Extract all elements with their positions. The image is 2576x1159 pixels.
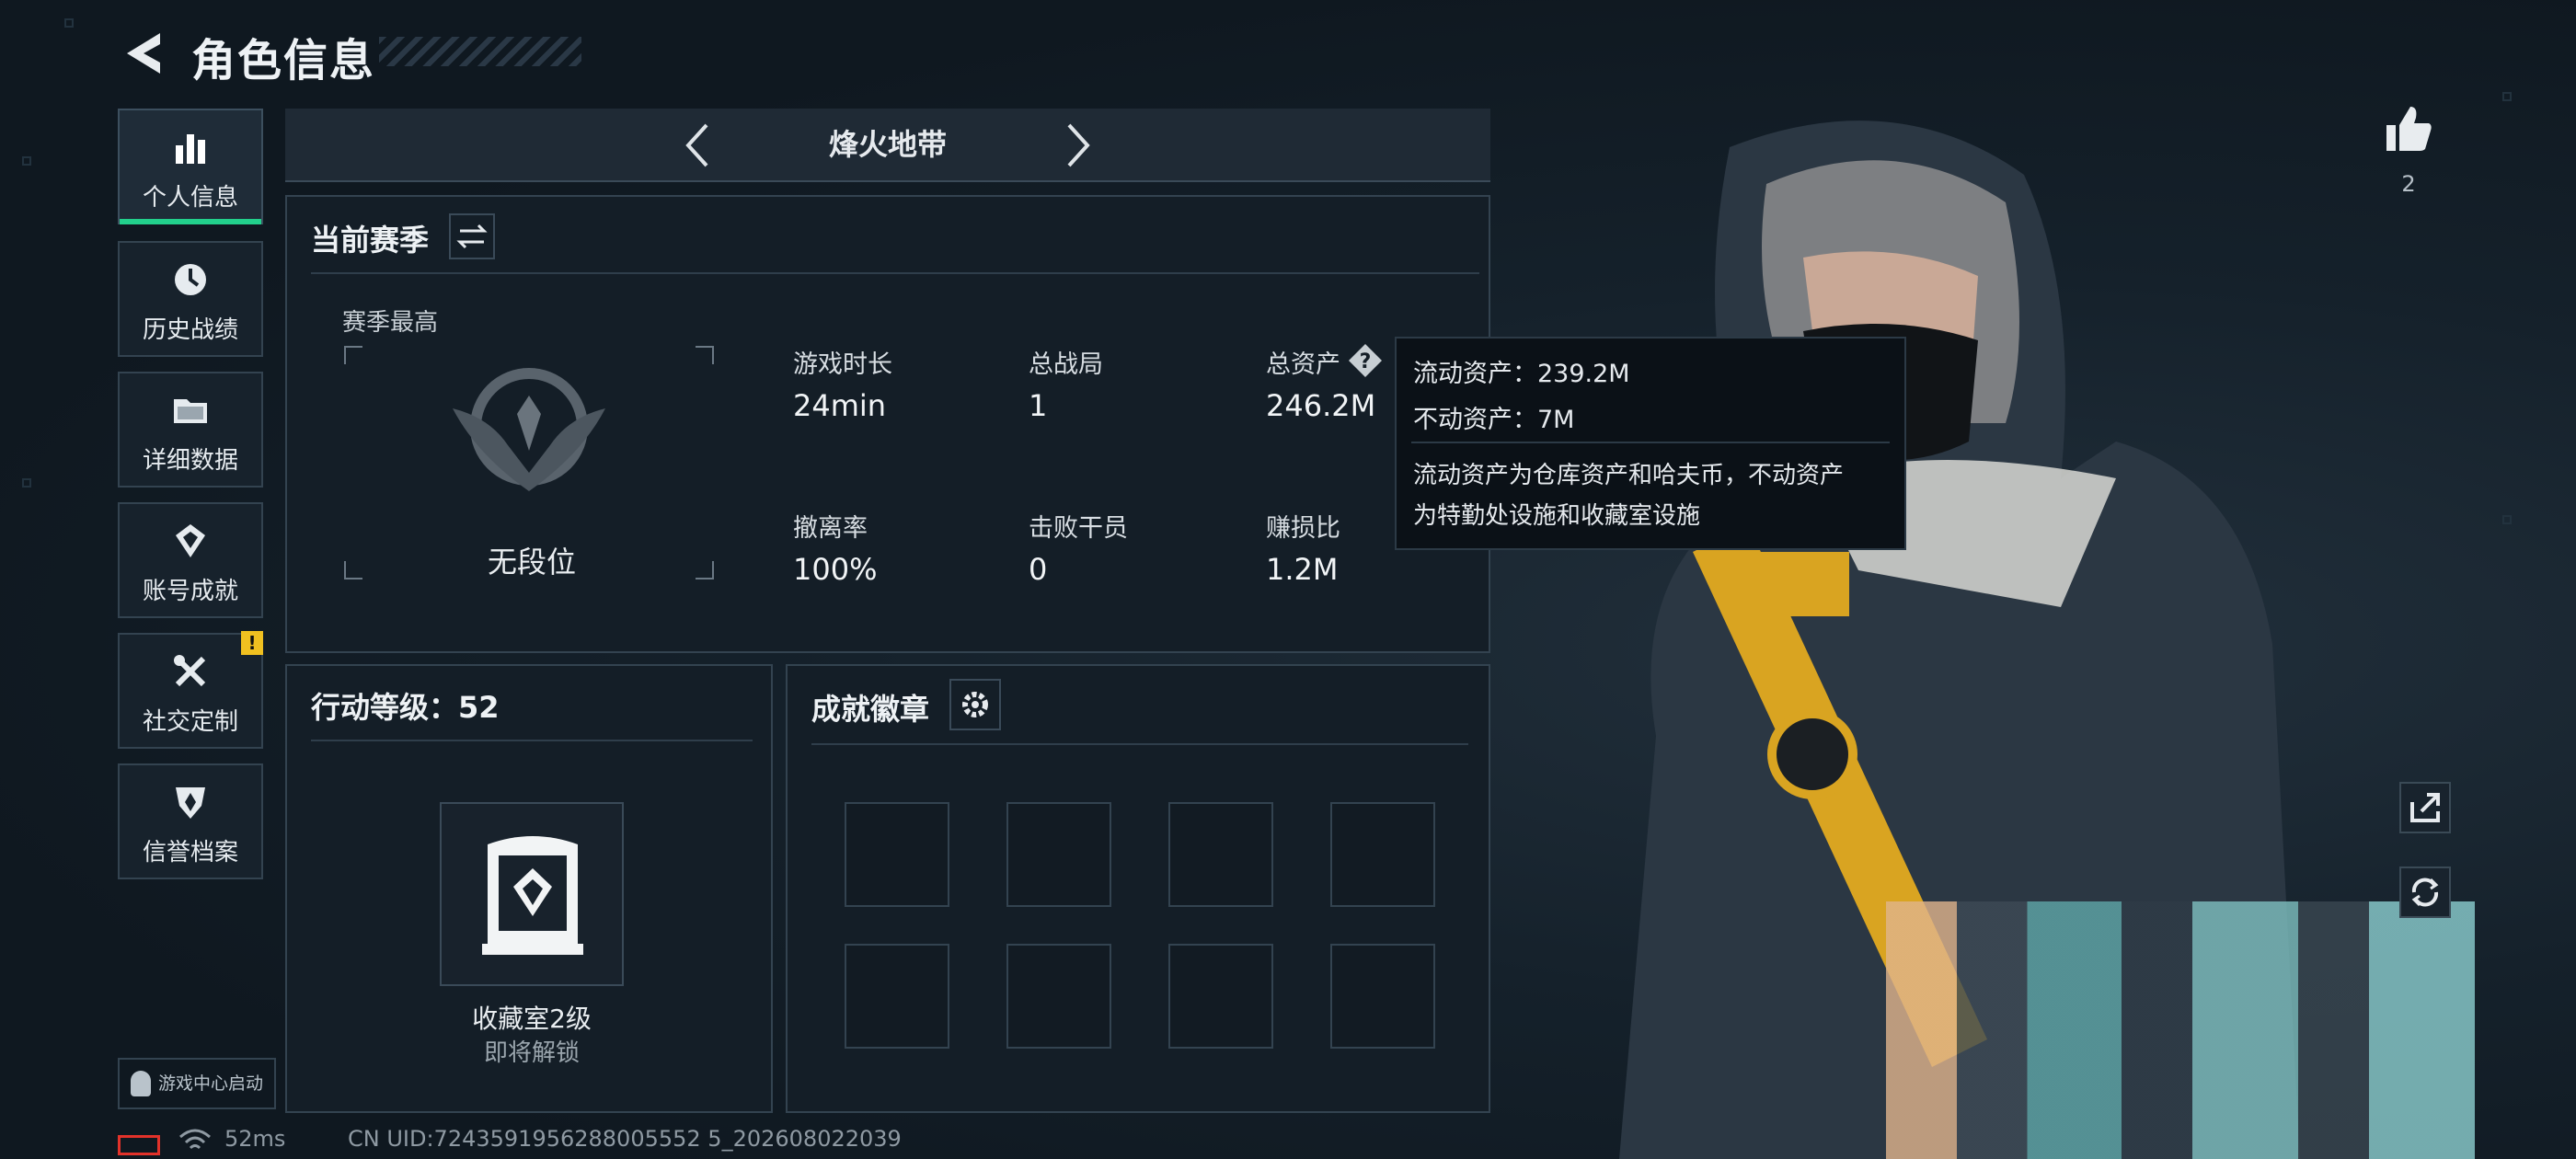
assets-description-line1: 流动资产为仓库资产和哈夫币，不动资产	[1413, 462, 1845, 489]
frame-corner	[344, 561, 362, 580]
assets-description-line2: 为特勤处设施和收藏室设施	[1413, 502, 1701, 530]
help-icon: ?	[1349, 344, 1382, 377]
refresh-button[interactable]	[2399, 866, 2451, 918]
switch-season-button[interactable]	[449, 213, 495, 259]
action-level-title: 行动等级：52	[311, 690, 500, 725]
collection-room-status: 即将解锁	[483, 1039, 580, 1067]
back-arrow-icon	[127, 33, 160, 74]
achievement-icon	[176, 524, 205, 557]
qq-icon	[131, 1071, 151, 1096]
stat-value: 24min	[793, 388, 887, 423]
frame-corner	[344, 346, 362, 364]
collection-room-icon	[482, 836, 583, 955]
pixelated-region	[1886, 901, 2475, 1159]
collection-room-card[interactable]	[440, 802, 624, 986]
tools-icon	[174, 655, 206, 687]
stat-value: 1	[1029, 388, 1048, 423]
assets-tooltip: 流动资产：239.2M 不动资产：7M 流动资产为仓库资产和哈夫币，不动资产 为…	[1395, 337, 1906, 550]
stat-value: 246.2M	[1266, 388, 1376, 423]
rank-label: 无段位	[487, 545, 576, 580]
share-button[interactable]	[2399, 782, 2451, 833]
sidebar-item-label: 信誉档案	[142, 839, 238, 866]
badge-slot[interactable]	[845, 944, 949, 1049]
gear-icon	[962, 692, 988, 717]
launch-label: 游戏中心启动	[158, 1073, 264, 1094]
clock-icon	[175, 264, 206, 295]
battery-icon	[118, 1135, 160, 1155]
like-count: 2	[2401, 171, 2416, 197]
grid-marker	[22, 478, 31, 488]
fixed-assets: 不动资产：7M	[1413, 406, 1575, 434]
season-panel: 当前赛季 赛季最高 无段位 游戏时长 24min 总战局 1 总资产 ? 246…	[285, 195, 1490, 653]
warning-badge: !	[241, 631, 263, 655]
stat-value: 100%	[793, 552, 878, 587]
sidebar-item-reputation[interactable]: 信誉档案	[118, 763, 263, 879]
divider	[811, 743, 1468, 745]
stat-label: 赚损比	[1266, 514, 1340, 543]
frame-corner	[696, 346, 714, 364]
folder-icon	[174, 399, 207, 423]
stat-value: 0	[1029, 552, 1048, 587]
title-decoration	[379, 37, 581, 66]
sidebar-item-personal-info[interactable]: 个人信息	[118, 109, 263, 224]
uid-text: CN UID:7243591956288005552 5_20260802203…	[348, 1126, 902, 1152]
mode-selector: 烽火地带	[285, 109, 1490, 182]
game-center-launch[interactable]: 游戏中心启动	[118, 1058, 276, 1109]
sidebar-item-label: 个人信息	[142, 184, 238, 212]
grid-marker	[22, 156, 31, 166]
sidebar-item-achievements[interactable]: 账号成就	[118, 502, 263, 618]
swap-icon	[456, 224, 488, 249]
svg-text:?: ?	[1360, 350, 1372, 373]
grid-marker	[2502, 515, 2512, 524]
thumbs-up-icon	[2386, 107, 2432, 151]
collection-room-name: 收藏室2级	[472, 1004, 592, 1034]
badge-slot[interactable]	[1006, 944, 1111, 1049]
like-button[interactable]	[2381, 101, 2436, 156]
badge-slot[interactable]	[1168, 944, 1273, 1049]
sidebar-item-label: 社交定制	[142, 708, 238, 736]
mode-title: 烽火地带	[828, 127, 947, 162]
rank-emblem-icon	[453, 368, 605, 491]
divider	[1411, 442, 1890, 443]
ping-text: 52ms	[224, 1126, 286, 1152]
season-best-label: 赛季最高	[342, 309, 439, 337]
badges-title: 成就徽章	[811, 692, 930, 727]
achievement-badges-panel: 成就徽章	[786, 664, 1490, 1113]
divider	[311, 740, 753, 741]
sidebar-item-label: 历史战绩	[142, 316, 238, 344]
grid-marker	[64, 18, 74, 28]
stat-label: 总战局	[1029, 350, 1103, 379]
asset-help-button[interactable]: ?	[1347, 342, 1384, 379]
badge-slot[interactable]	[1168, 802, 1273, 907]
stat-label: 总资产	[1266, 350, 1340, 379]
stat-value: 1.2M	[1266, 552, 1339, 587]
share-icon	[2410, 793, 2440, 822]
chevron-right-icon	[1067, 123, 1090, 167]
shield-icon	[176, 787, 205, 819]
frame-corner	[696, 561, 714, 580]
refresh-icon	[2411, 878, 2439, 907]
action-level-panel: 行动等级：52 收藏室2级 即将解锁	[285, 664, 773, 1113]
badge-slot[interactable]	[1006, 802, 1111, 907]
stat-label: 击败干员	[1029, 514, 1128, 543]
back-button[interactable]	[120, 28, 167, 79]
page-title: 角色信息	[191, 35, 376, 86]
wifi-icon	[179, 1129, 211, 1150]
divider	[311, 272, 1479, 274]
sidebar-item-history[interactable]: 历史战绩	[118, 241, 263, 357]
sidebar-item-label: 详细数据	[142, 447, 238, 475]
stat-label: 撤离率	[793, 514, 868, 543]
sidebar-item-detail-data[interactable]: 详细数据	[118, 372, 263, 488]
season-title: 当前赛季	[311, 223, 430, 258]
sidebar-item-label: 账号成就	[142, 578, 238, 605]
bar-chart-icon	[176, 134, 205, 164]
stat-label: 游戏时长	[793, 350, 892, 379]
liquid-assets: 流动资产：239.2M	[1413, 360, 1630, 388]
badge-settings-button[interactable]	[949, 679, 1001, 730]
grid-marker	[2502, 92, 2512, 101]
next-mode-button[interactable]	[1049, 118, 1104, 173]
badge-slot[interactable]	[845, 802, 949, 907]
